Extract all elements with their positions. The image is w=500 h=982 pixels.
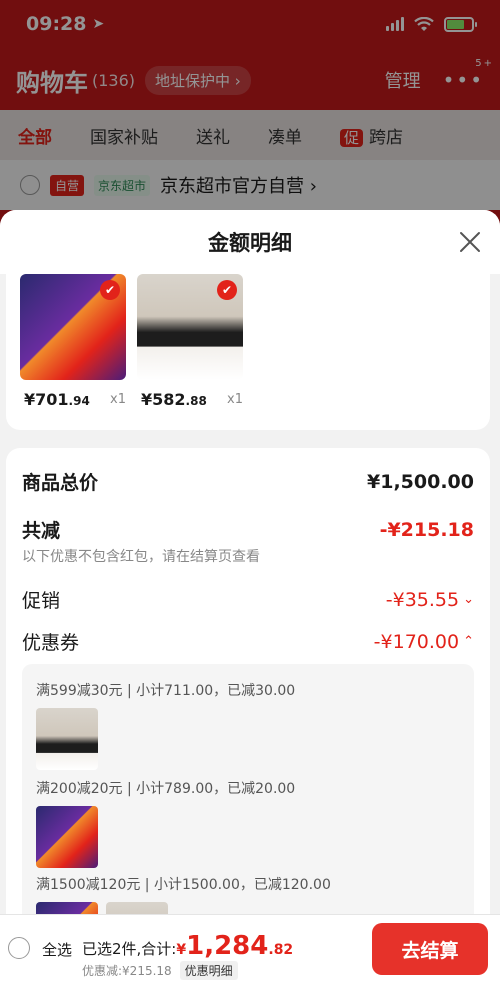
coupon-product-thumb	[36, 806, 98, 868]
product-qty: x1	[110, 392, 126, 407]
product-image: ✔	[20, 274, 126, 380]
coupon-line: 满200减20元 | 小计789.00，已减20.00	[36, 781, 296, 797]
products-card: ✔ ¥701.94 x1 ✔ ¥582.88 x1	[6, 274, 490, 430]
product-item[interactable]: ✔ ¥582.88 x1	[137, 274, 245, 409]
product-price: ¥701.94	[24, 390, 90, 409]
checkout-bar: 全选 已选2件,合计:¥1,284.82 优惠减:¥215.18 优惠明细 去结…	[0, 914, 500, 982]
coupon-row[interactable]: 优惠券 -¥170.00 ⌃	[22, 628, 474, 655]
close-icon[interactable]	[458, 230, 482, 254]
coupon-value: -¥170.00	[373, 630, 460, 653]
reduce-value: -¥215.18	[379, 518, 474, 541]
coupon-line: 满1500减120元 | 小计1500.00，已减120.00	[36, 877, 331, 893]
product-qty: x1	[227, 392, 243, 407]
reduce-label: 共减	[22, 520, 61, 542]
discount-text: 优惠减:¥215.18	[82, 964, 172, 978]
chevron-up-icon: ⌃	[463, 634, 474, 649]
coupon-label: 优惠券	[22, 632, 80, 654]
selected-summary: 已选2件,合计:¥1,284.82	[82, 931, 294, 961]
product-image: ✔	[137, 274, 243, 380]
total-label: 商品总价	[22, 472, 99, 494]
select-all-checkbox[interactable]	[8, 937, 30, 959]
sheet-title: 金额明细	[208, 231, 292, 255]
select-all-label[interactable]: 全选	[42, 939, 72, 960]
total-price: ¥1,284.82	[176, 931, 294, 961]
sheet-header: 金额明细	[0, 210, 500, 274]
reduce-note: 以下优惠不包含红包，请在结算页查看	[22, 549, 260, 565]
selected-check-icon: ✔	[217, 280, 237, 300]
promo-label: 促销	[22, 590, 61, 612]
coupon-line: 满599减30元 | 小计711.00，已减30.00	[36, 683, 296, 699]
reduce-row: 共减 -¥215.18	[22, 516, 474, 543]
selected-check-icon: ✔	[100, 280, 120, 300]
product-item[interactable]: ✔ ¥701.94 x1	[20, 274, 128, 409]
product-price: ¥582.88	[141, 390, 207, 409]
total-value: ¥1,500.00	[367, 470, 474, 493]
amount-detail-sheet: 金额明细 ✔ ¥701.94 x1 ✔ ¥582.88 x1 商品总价 ¥1,5…	[0, 210, 500, 982]
discount-summary: 优惠减:¥215.18 优惠明细	[82, 961, 238, 980]
coupon-product-thumb	[36, 708, 98, 770]
discount-detail-button[interactable]: 优惠明细	[179, 961, 238, 980]
chevron-down-icon: ⌄	[463, 592, 474, 607]
promo-value: -¥35.55	[385, 588, 460, 611]
checkout-button[interactable]: 去结算	[372, 923, 488, 975]
promo-row[interactable]: 促销 -¥35.55 ⌄	[22, 586, 474, 613]
total-row: 商品总价 ¥1,500.00	[22, 468, 474, 495]
price-detail-card: 商品总价 ¥1,500.00 共减 -¥215.18 以下优惠不包含红包，请在结…	[6, 448, 490, 982]
modal-overlay[interactable]	[0, 0, 500, 240]
